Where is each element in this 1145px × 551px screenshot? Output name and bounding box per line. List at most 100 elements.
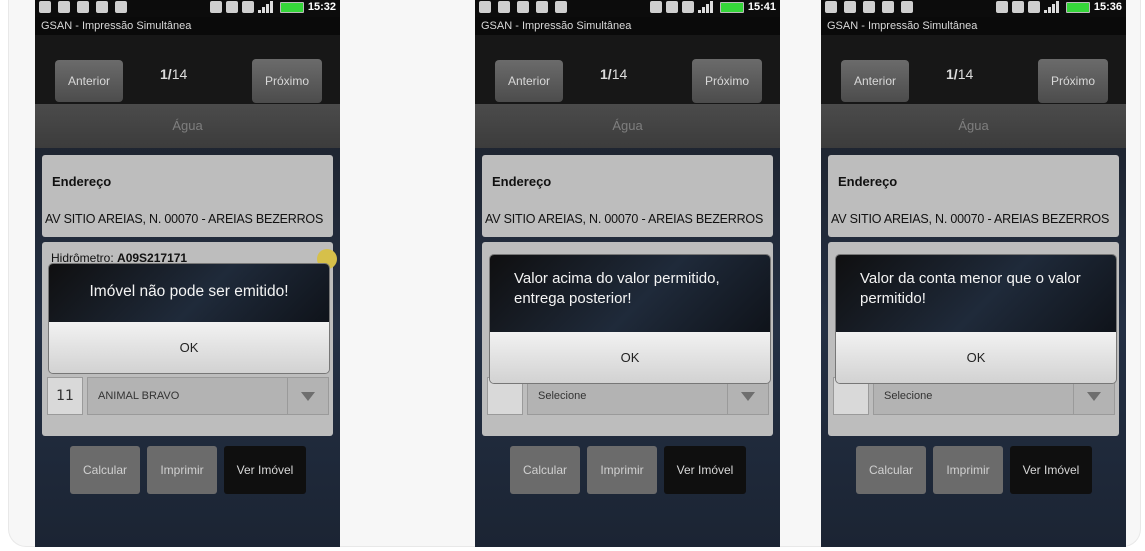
phone-screen-2: 15:41 GSAN - Impressão Simultânea Anteri… [475,0,780,547]
address-card: Endereço AV SITIO AREIAS, N. 00070 - ARE… [828,155,1119,237]
notification-icons [825,1,913,13]
calculate-button[interactable]: Calcular [70,446,140,494]
dropdown-arrow-icon[interactable] [1073,378,1114,414]
tab-agua[interactable]: Água [475,104,780,148]
mail-icon [825,1,837,13]
refresh-icon [517,1,529,13]
refresh-icon [77,1,89,13]
sim-icon [1027,1,1040,13]
address-heading: Endereço [52,174,112,189]
anomaly-select[interactable]: ANIMAL BRAVO [87,377,329,415]
dialog-ok-button[interactable]: OK [836,332,1116,383]
anomaly-code[interactable]: 11 [47,377,83,415]
bluetooth-icon [995,1,1008,13]
address-card: Endereço AV SITIO AREIAS, N. 00070 - ARE… [42,155,333,237]
usb-icon [882,1,894,13]
alert-dialog: Valor da conta menor que o valor permiti… [836,255,1116,383]
anomaly-row: 11 ANIMAL BRAVO [47,377,329,415]
system-icons: 15:36 [995,1,1122,13]
sync-icon [844,1,856,13]
phone-screen-3: 15:36 GSAN - Impressão Simultânea Anteri… [821,0,1126,547]
hidrometro-value: A09S217171 [117,251,188,265]
page-counter: 1/14 [160,66,187,82]
hidrometro-line: Hidrômetro: A09S217171 [51,251,187,265]
phone-screen-1: 15:32 GSAN - Impressão Simultânea Anteri… [35,0,340,547]
tab-agua[interactable]: Água [35,104,340,148]
signal-icon [257,1,276,13]
sync-icon [58,1,70,13]
bluetooth-icon [649,1,662,13]
counter-total: 14 [611,66,628,82]
mail-icon [39,1,51,13]
sim-icon [681,1,694,13]
vibrate-icon [225,1,238,13]
clock: 15:41 [747,1,776,13]
signal-icon [697,1,716,13]
sync-icon [498,1,510,13]
usb-icon [536,1,548,13]
anomaly-select-value: ANIMAL BRAVO [98,390,180,402]
system-icons: 15:32 [209,1,336,13]
battery-icon [1065,1,1090,13]
app-title: GSAN - Impressão Simultânea [475,17,780,35]
status-bar: 15:36 [821,0,1126,17]
next-button[interactable]: Próximo [692,59,762,103]
counter-current: 1/ [160,66,172,82]
alert-dialog: Imóvel não pode ser emitido! OK [49,264,329,373]
counter-total: 14 [957,66,974,82]
dialog-ok-button[interactable]: OK [49,322,329,373]
next-button[interactable]: Próximo [252,59,322,103]
view-property-button[interactable]: Ver Imóvel [1010,446,1092,494]
signal-icon [1043,1,1062,13]
tab-agua[interactable]: Água [821,104,1126,148]
next-button[interactable]: Próximo [1038,59,1108,103]
battery-icon [279,1,304,13]
refresh-icon [863,1,875,13]
counter-current: 1/ [600,66,612,82]
hidrometro-label: Hidrômetro: [51,251,118,265]
nav-bar: Anterior 1/14 Próximo [821,35,1126,104]
action-bar: Calcular Imprimir Ver Imóvel [35,446,340,494]
previous-button[interactable]: Anterior [55,60,123,102]
previous-button[interactable]: Anterior [495,60,563,102]
address-card: Endereço AV SITIO AREIAS, N. 00070 - ARE… [482,155,773,237]
view-property-button[interactable]: Ver Imóvel [664,446,746,494]
notification-icons [479,1,567,13]
clock: 15:32 [307,1,336,13]
sd-card-icon [115,1,127,13]
sd-card-icon [555,1,567,13]
address-value: AV SITIO AREIAS, N. 00070 - AREIAS BEZER… [831,212,1110,226]
status-bar: 15:41 [475,0,780,17]
usb-icon [96,1,108,13]
bluetooth-icon [209,1,222,13]
vibrate-icon [1011,1,1024,13]
print-button[interactable]: Imprimir [587,446,657,494]
sd-card-icon [901,1,913,13]
action-bar: Calcular Imprimir Ver Imóvel [821,446,1126,494]
app-title: GSAN - Impressão Simultânea [35,17,340,35]
battery-icon [719,1,744,13]
page-counter: 1/14 [600,66,627,82]
dialog-message: Valor da conta menor que o valor permiti… [836,255,1116,332]
notification-icons [39,1,127,13]
dropdown-arrow-icon[interactable] [727,378,768,414]
nav-bar: Anterior 1/14 Próximo [475,35,780,104]
previous-button[interactable]: Anterior [841,60,909,102]
calculate-button[interactable]: Calcular [856,446,926,494]
view-property-button[interactable]: Ver Imóvel [224,446,306,494]
dialog-message: Valor acima do valor permitido, entrega … [490,255,770,332]
alert-dialog: Valor acima do valor permitido, entrega … [490,255,770,383]
counter-current: 1/ [946,66,958,82]
system-icons: 15:41 [649,1,776,13]
print-button[interactable]: Imprimir [147,446,217,494]
address-value: AV SITIO AREIAS, N. 00070 - AREIAS BEZER… [485,212,764,226]
anomaly-select-value: Selecione [538,390,587,402]
dropdown-arrow-icon[interactable] [287,378,328,414]
vibrate-icon [665,1,678,13]
app-title: GSAN - Impressão Simultânea [821,17,1126,35]
calculate-button[interactable]: Calcular [510,446,580,494]
dialog-ok-button[interactable]: OK [490,332,770,383]
sim-icon [241,1,254,13]
print-button[interactable]: Imprimir [933,446,1003,494]
clock: 15:36 [1093,1,1122,13]
